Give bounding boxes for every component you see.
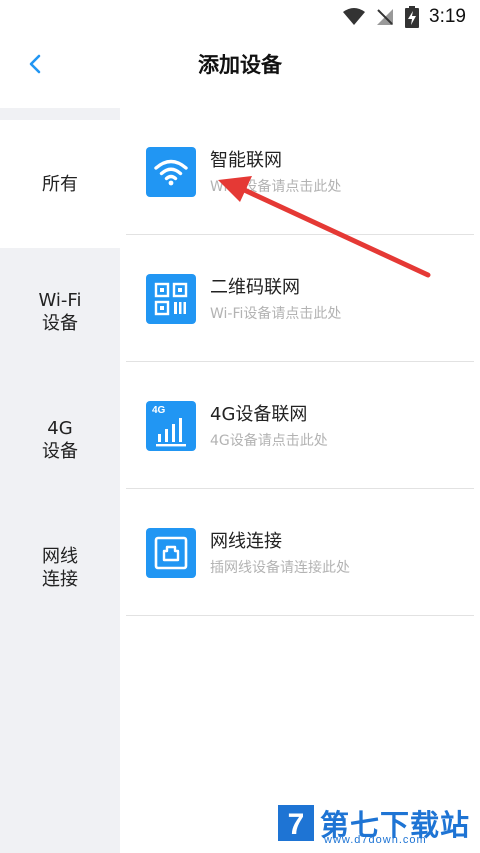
ethernet-port-icon — [154, 536, 188, 570]
status-time: 3:19 — [429, 6, 466, 27]
option-icon-box — [146, 147, 196, 197]
sidebar-item-4g[interactable]: 4G 设备 — [0, 376, 120, 504]
signal-bars-label: 4G — [152, 405, 166, 416]
option-title: 智能联网 — [210, 150, 282, 171]
sidebar-item-label: 4G — [47, 418, 73, 439]
option-icon-box — [146, 274, 196, 324]
sidebar-item-label: Wi-Fi — [38, 290, 82, 311]
no-signal-icon — [377, 9, 394, 25]
sidebar-item-label: 设备 — [41, 313, 78, 334]
sidebar-item-label: 连接 — [42, 569, 78, 590]
option-subtitle: Wi-Fi设备请点击此处 — [210, 306, 342, 322]
option-subtitle: 4G设备请点击此处 — [210, 433, 328, 449]
signal-bars-icon — [156, 418, 186, 447]
watermark: 7 第七下载站 www.d7down.com — [274, 801, 474, 847]
option-icon-box: 4G — [146, 401, 196, 451]
option-qr-network[interactable]: 二维码联网 Wi-Fi设备请点击此处 — [126, 235, 474, 362]
category-sidebar: 所有 Wi-Fi 设备 4G 设备 网线 连接 — [0, 108, 120, 853]
wifi-icon — [343, 8, 366, 25]
sidebar-item-label: 设备 — [42, 441, 78, 462]
sidebar-item-ethernet[interactable]: 网线 连接 — [0, 504, 120, 632]
status-bar: 3:19 — [0, 0, 480, 34]
qr-code-icon — [154, 282, 188, 316]
option-title: 4G设备联网 — [210, 404, 308, 425]
option-subtitle: 插网线设备请连接此处 — [210, 560, 350, 576]
wifi-icon — [154, 159, 188, 186]
battery-charging-icon — [405, 6, 420, 28]
watermark-logo-icon: 7 — [278, 805, 314, 841]
watermark-url: www.d7down.com — [324, 834, 427, 846]
option-smart-network[interactable]: 智能联网 Wi-Fi设备请点击此处 — [126, 108, 474, 235]
watermark-logo-letter: 7 — [288, 808, 305, 841]
page-title: 添加设备 — [198, 53, 282, 77]
sidebar-item-wifi[interactable]: Wi-Fi 设备 — [0, 248, 120, 376]
option-4g-network[interactable]: 4G 4G设备联网 4G设备请点击此处 — [126, 362, 474, 489]
sidebar-item-label: 网线 — [42, 546, 78, 567]
header: 添加设备 — [0, 34, 480, 96]
option-title: 网线连接 — [210, 531, 282, 552]
sidebar-item-all[interactable]: 所有 — [0, 120, 120, 248]
option-subtitle: Wi-Fi设备请点击此处 — [210, 179, 342, 195]
sidebar-item-label: 所有 — [42, 173, 78, 195]
option-icon-box — [146, 528, 196, 578]
option-ethernet[interactable]: 网线连接 插网线设备请连接此处 — [126, 489, 474, 616]
option-title: 二维码联网 — [210, 277, 300, 298]
